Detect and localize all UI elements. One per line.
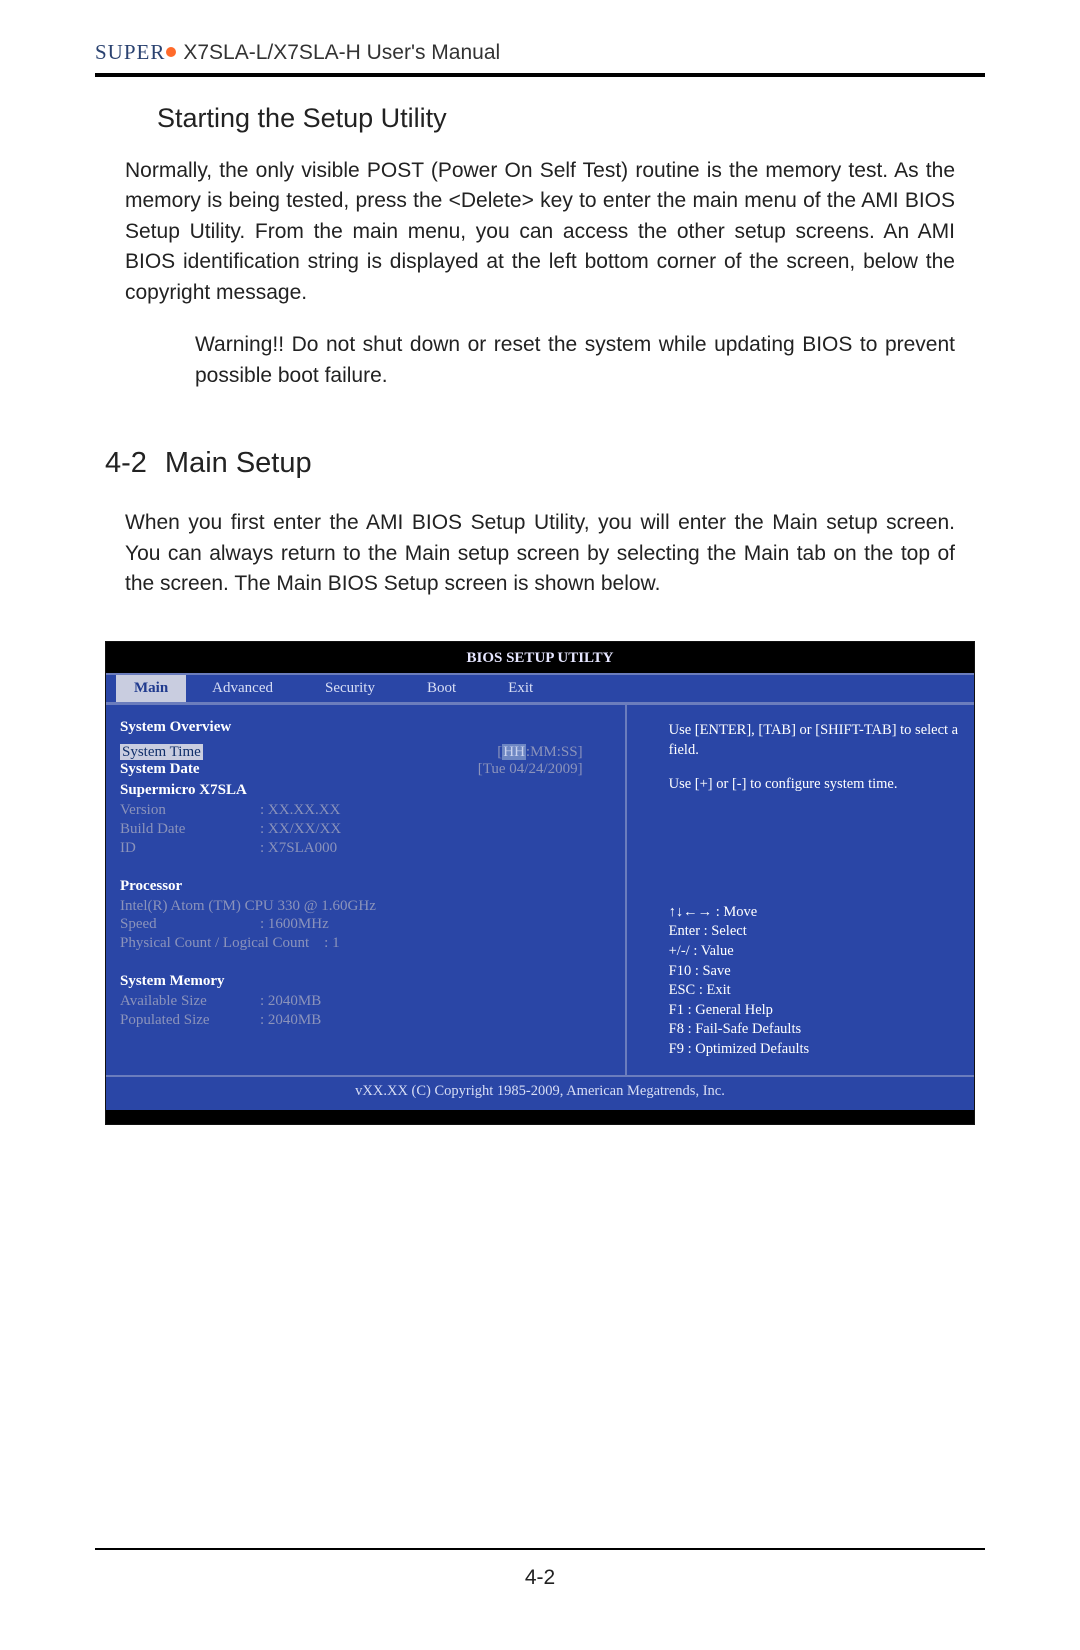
system-date-row[interactable]: System Date [Tue 04/24/2009] [120, 761, 625, 778]
system-date-value: [Tue 04/24/2009] [478, 761, 583, 778]
available-size-row: Available Size: 2040MB [120, 992, 625, 1011]
section-number: 4-2 [105, 447, 147, 479]
bios-main-panel: System Overview System Time [HH:MM:SS] S… [106, 705, 627, 1075]
build-date-row: Build Date: XX/XX/XX [120, 820, 625, 839]
section-main-setup-heading: 4-2 Main Setup [105, 447, 985, 480]
bios-tabs: Main Advanced Security Boot Exit [106, 673, 974, 704]
warning-lead: Warning!! [195, 333, 284, 356]
section-main-setup-body: When you first enter the AMI BIOS Setup … [125, 508, 955, 599]
manual-title: X7SLA-L/X7SLA-H User's Manual [183, 41, 500, 65]
bios-help-panel: Use [ENTER], [TAB] or [SHIFT-TAB] to sel… [627, 705, 974, 1075]
processor-name: Intel(R) Atom (TM) CPU 330 @ 1.60GHz [120, 897, 625, 916]
header-rule [95, 73, 985, 77]
page-header: SUPER X7SLA-L/X7SLA-H User's Manual [95, 40, 985, 65]
help-text-1: Use [ENTER], [TAB] or [SHIFT-TAB] to sel… [669, 721, 962, 760]
page-number: 4-2 [95, 1566, 985, 1590]
help-text-2: Use [+] or [-] to configure system time. [669, 775, 962, 795]
tab-main[interactable]: Main [116, 675, 186, 702]
footer-rule [95, 1548, 985, 1550]
brand-text: SUPER [95, 40, 165, 65]
section-title: Main Setup [165, 447, 312, 479]
tab-advanced[interactable]: Advanced [186, 675, 299, 702]
count-row: Physical Count / Logical Count : 1 [120, 934, 625, 953]
bios-title: BIOS SETUP UTILTY [106, 642, 974, 673]
brand-dot-icon [166, 47, 176, 57]
bios-footer: vXX.XX (C) Copyright 1985-2009, American… [106, 1075, 974, 1110]
speed-row: Speed: 1600MHz [120, 915, 625, 934]
tab-exit[interactable]: Exit [482, 675, 559, 702]
memory-heading: System Memory [120, 973, 625, 990]
section-starting-title: Starting the Setup Utility [157, 103, 985, 134]
bios-screenshot: BIOS SETUP UTILTY Main Advanced Security… [105, 641, 975, 1125]
warning-body: Do not shut down or reset the system whi… [195, 333, 955, 386]
populated-size-row: Populated Size: 2040MB [120, 1011, 625, 1030]
board-name: Supermicro X7SLA [120, 782, 625, 799]
processor-heading: Processor [120, 878, 625, 895]
section-starting-body: Normally, the only visible POST (Power O… [125, 156, 955, 308]
system-time-row[interactable]: System Time [HH:MM:SS] [120, 744, 625, 761]
key-legend: ↑↓←→ : Move Enter : Select +/-/ : Value … [669, 903, 962, 1060]
overview-heading: System Overview [120, 719, 625, 736]
system-time-value: [HH:MM:SS] [497, 744, 582, 761]
system-time-label: System Time [120, 744, 203, 760]
tab-security[interactable]: Security [299, 675, 401, 702]
tab-boot[interactable]: Boot [401, 675, 482, 702]
version-row: Version: XX.XX.XX [120, 801, 625, 820]
system-date-label: System Date [120, 761, 200, 778]
id-row: ID: X7SLA000 [120, 839, 625, 858]
warning-paragraph: Warning!! Do not shut down or reset the … [195, 330, 955, 391]
